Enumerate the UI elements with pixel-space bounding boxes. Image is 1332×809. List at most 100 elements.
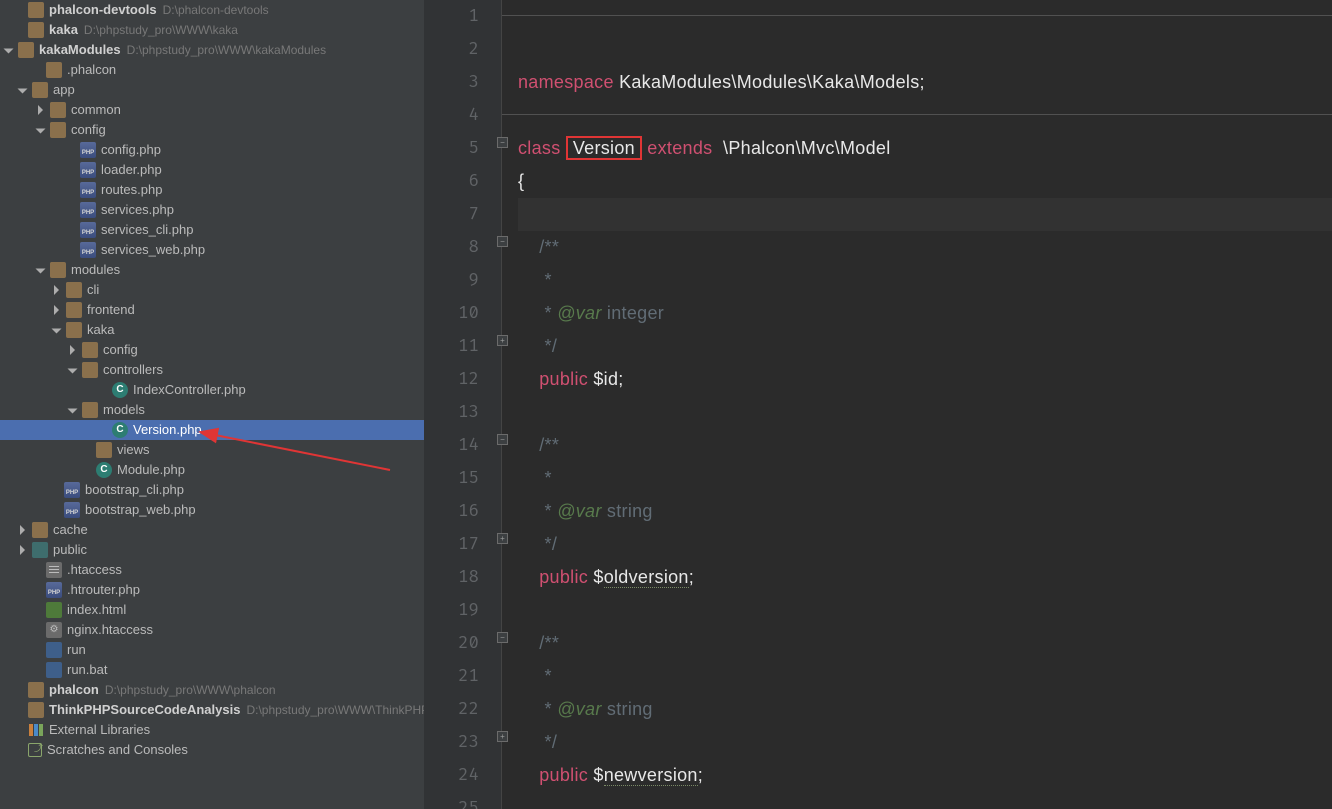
tree-spacer <box>32 624 44 636</box>
chevron-down-icon[interactable] <box>68 404 80 416</box>
tree-item-nginx-htaccess[interactable]: nginx.htaccess <box>0 620 424 640</box>
code-line: class Version extends \Phalcon\Mvc\Model <box>518 132 1332 165</box>
tree-item-app[interactable]: app <box>0 80 424 100</box>
tree-item-services-php[interactable]: services.php <box>0 200 424 220</box>
line-number: 8 <box>424 231 501 264</box>
tree-item-kaka[interactable]: kaka <box>0 320 424 340</box>
folder-teal-icon <box>32 542 48 558</box>
chevron-right-icon[interactable] <box>18 524 30 536</box>
tree-item-label: frontend <box>87 300 135 320</box>
tree-item-loader-php[interactable]: loader.php <box>0 160 424 180</box>
tree-item--htrouter-php[interactable]: .htrouter.php <box>0 580 424 600</box>
code-line <box>518 396 1332 429</box>
code-area[interactable]: namespace KakaModules\Modules\Kaka\Model… <box>502 0 1332 809</box>
tree-item-routes-php[interactable]: routes.php <box>0 180 424 200</box>
code-editor[interactable]: 1234567891011121314151617181920212223242… <box>424 0 1332 809</box>
chevron-right-icon[interactable] <box>68 344 80 356</box>
tree-item-run-bat[interactable]: run.bat <box>0 660 424 680</box>
code-line: * @var string <box>518 693 1332 726</box>
tree-item-thinkphpsourcecodeanalysis[interactable]: ThinkPHPSourceCodeAnalysisD:\phpstudy_pr… <box>0 700 424 720</box>
tree-item-services-cli-php[interactable]: services_cli.php <box>0 220 424 240</box>
code-line: { <box>518 165 1332 198</box>
tree-item--htaccess[interactable]: .htaccess <box>0 560 424 580</box>
tree-item-label: Module.php <box>117 460 185 480</box>
tree-item-kakamodules[interactable]: kakaModulesD:\phpstudy_pro\WWW\kakaModul… <box>0 40 424 60</box>
php-icon <box>46 582 62 598</box>
project-tree[interactable]: phalcon-devtoolsD:\phalcon-devtoolskakaD… <box>0 0 424 809</box>
tree-item-version-php[interactable]: Version.php <box>0 420 424 440</box>
tree-spacer <box>32 584 44 596</box>
chevron-right-icon[interactable] <box>52 284 64 296</box>
tree-item-label: cli <box>87 280 99 300</box>
tree-item-frontend[interactable]: frontend <box>0 300 424 320</box>
folder-icon <box>32 522 48 538</box>
tree-item-path: D:\phpstudy_pro\WWW\ThinkPHP <box>246 700 424 720</box>
code-line: /** <box>518 429 1332 462</box>
tree-spacer <box>14 704 26 716</box>
highlight-box: Version <box>566 136 642 160</box>
folder-icon <box>28 682 44 698</box>
tree-item-cache[interactable]: cache <box>0 520 424 540</box>
chevron-down-icon[interactable] <box>18 84 30 96</box>
tree-item-controllers[interactable]: controllers <box>0 360 424 380</box>
tree-item-phalcon[interactable]: phalconD:\phpstudy_pro\WWW\phalcon <box>0 680 424 700</box>
code-line: public $id; <box>518 363 1332 396</box>
tree-item-scratches-and-consoles[interactable]: Scratches and Consoles <box>0 740 424 760</box>
line-number: 5 <box>424 132 501 165</box>
tree-item-bootstrap-web-php[interactable]: bootstrap_web.php <box>0 500 424 520</box>
tree-item-modules[interactable]: modules <box>0 260 424 280</box>
chevron-right-icon[interactable] <box>52 304 64 316</box>
bat-icon <box>46 642 62 658</box>
tree-item-public[interactable]: public <box>0 540 424 560</box>
tree-item-label: services_cli.php <box>101 220 194 240</box>
code-line: * <box>518 264 1332 297</box>
tree-item-label: Scratches and Consoles <box>47 740 188 760</box>
tree-spacer <box>14 4 26 16</box>
folder-icon <box>50 102 66 118</box>
tree-item-models[interactable]: models <box>0 400 424 420</box>
tree-item-label: services.php <box>101 200 174 220</box>
line-number: 23 <box>424 726 501 759</box>
tree-item-label: Version.php <box>133 420 202 440</box>
chevron-down-icon[interactable] <box>4 44 16 56</box>
tree-spacer <box>50 484 62 496</box>
tree-item-config[interactable]: config <box>0 340 424 360</box>
tree-item-common[interactable]: common <box>0 100 424 120</box>
txt-icon <box>46 562 62 578</box>
tree-item-views[interactable]: views <box>0 440 424 460</box>
tree-item-cli[interactable]: cli <box>0 280 424 300</box>
code-line: */ <box>518 726 1332 759</box>
tree-item-run[interactable]: run <box>0 640 424 660</box>
tree-item--phalcon[interactable]: .phalcon <box>0 60 424 80</box>
tree-item-bootstrap-cli-php[interactable]: bootstrap_cli.php <box>0 480 424 500</box>
tree-spacer <box>32 644 44 656</box>
tree-spacer <box>32 564 44 576</box>
tree-item-module-php[interactable]: Module.php <box>0 460 424 480</box>
tree-item-config[interactable]: config <box>0 120 424 140</box>
code-line <box>518 99 1332 132</box>
tree-spacer <box>66 244 78 256</box>
tree-item-external-libraries[interactable]: External Libraries <box>0 720 424 740</box>
tree-item-index-html[interactable]: index.html <box>0 600 424 620</box>
tree-item-label: kaka <box>49 20 78 40</box>
chevron-right-icon[interactable] <box>18 544 30 556</box>
tree-item-label: phalcon <box>49 680 99 700</box>
chevron-down-icon[interactable] <box>36 264 48 276</box>
line-number: 2 <box>424 33 501 66</box>
chevron-down-icon[interactable] <box>68 364 80 376</box>
tree-item-label: .phalcon <box>67 60 116 80</box>
chevron-down-icon[interactable] <box>36 124 48 136</box>
tree-item-label: kaka <box>87 320 114 340</box>
line-number: 25 <box>424 792 501 809</box>
tree-spacer <box>98 424 110 436</box>
tree-item-services-web-php[interactable]: services_web.php <box>0 240 424 260</box>
tree-item-phalcon-devtools[interactable]: phalcon-devtoolsD:\phalcon-devtools <box>0 0 424 20</box>
code-line <box>518 198 1332 231</box>
folder-icon <box>66 282 82 298</box>
tree-item-indexcontroller-php[interactable]: IndexController.php <box>0 380 424 400</box>
tree-item-config-php[interactable]: config.php <box>0 140 424 160</box>
chevron-down-icon[interactable] <box>52 324 64 336</box>
tree-item-label: public <box>53 540 87 560</box>
tree-item-kaka[interactable]: kakaD:\phpstudy_pro\WWW\kaka <box>0 20 424 40</box>
chevron-right-icon[interactable] <box>36 104 48 116</box>
